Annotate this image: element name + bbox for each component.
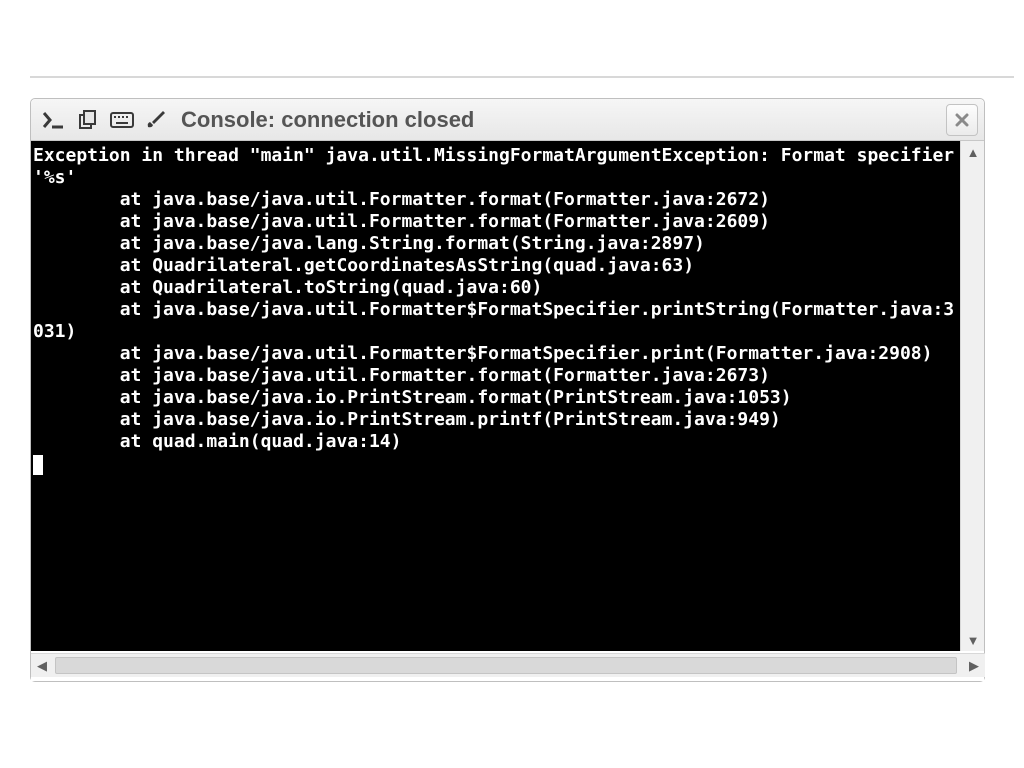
terminal-icon[interactable] — [39, 105, 69, 135]
divider-line — [30, 76, 1014, 78]
horizontal-scrollbar[interactable]: ◀ ▶ — [31, 653, 985, 677]
vertical-scrollbar[interactable]: ▲ ▼ — [960, 141, 984, 651]
console-output[interactable]: Exception in thread "main" java.util.Mis… — [31, 141, 961, 651]
console-title: Console: connection closed — [181, 107, 474, 133]
scroll-left-arrow[interactable]: ◀ — [31, 654, 53, 678]
close-button[interactable] — [946, 104, 978, 136]
copy-icon[interactable] — [73, 105, 103, 135]
text-cursor — [33, 455, 43, 475]
console-panel: Console: connection closed Exception in … — [30, 98, 985, 682]
scroll-down-arrow[interactable]: ▼ — [961, 629, 985, 651]
horizontal-scroll-thumb[interactable] — [55, 657, 957, 674]
keyboard-icon[interactable] — [107, 105, 137, 135]
scroll-right-arrow[interactable]: ▶ — [963, 654, 985, 678]
scroll-up-arrow[interactable]: ▲ — [961, 141, 985, 163]
brush-icon[interactable] — [141, 105, 171, 135]
console-titlebar: Console: connection closed — [31, 99, 984, 141]
console-area: Exception in thread "main" java.util.Mis… — [31, 141, 984, 681]
